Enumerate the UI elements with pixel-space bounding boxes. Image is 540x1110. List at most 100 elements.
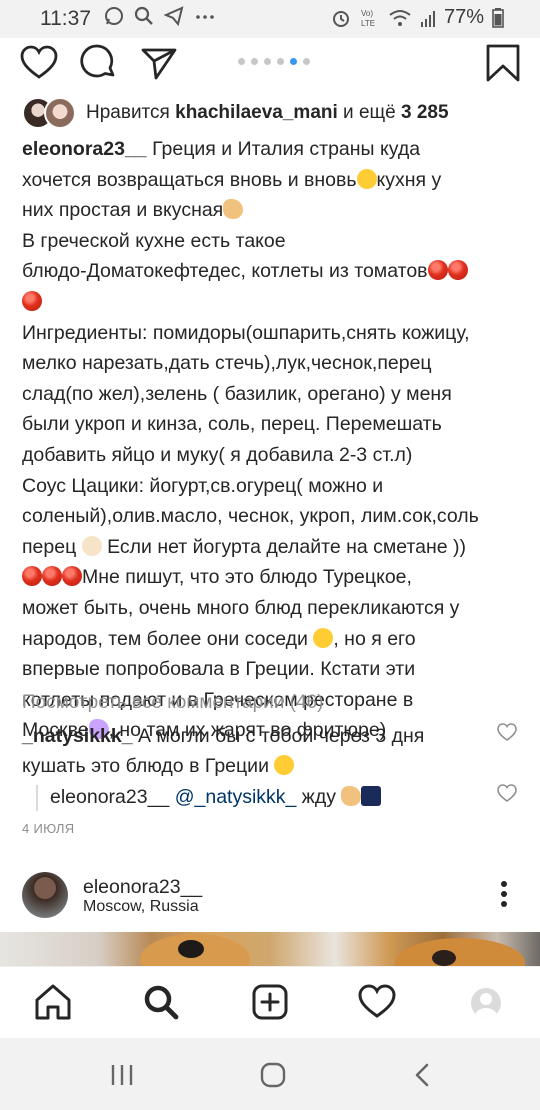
comment-username[interactable]: _natysikkk_	[22, 725, 133, 747]
likes-summary: Нравится khachilaeva_mani и ещё 3 285	[86, 102, 449, 124]
comment-text: жду	[296, 786, 342, 808]
avatar	[44, 97, 76, 129]
tomato-emoji-icon	[62, 566, 82, 587]
status-notification-icons	[104, 6, 216, 26]
likes-count[interactable]: 3 285	[401, 102, 449, 123]
tomato-emoji-icon	[22, 290, 42, 311]
post-photo[interactable]	[0, 932, 540, 966]
alarm-icon	[332, 10, 349, 27]
reply-indent-bar	[36, 785, 38, 811]
caption-text: может быть, очень много блюд перекликают…	[22, 596, 460, 619]
caption-text: впервые попробовала в Греции. Кстати эти	[22, 658, 416, 681]
battery-icon	[492, 7, 504, 28]
carousel-dot	[251, 58, 258, 65]
carousel-indicator	[238, 58, 310, 65]
post-caption: eleonora23__ Греция и Италия страны куда…	[22, 134, 522, 746]
likes-middle: и ещё	[337, 102, 401, 123]
more-notifications-icon	[196, 15, 214, 19]
status-time: 11:37	[40, 7, 91, 30]
next-post-header: eleonora23__ Moscow, Russia	[0, 868, 540, 926]
comment-item: _natysikkk_ А могли бы с тобой через 3 д…	[22, 721, 482, 781]
caption-text: добавить яйцо и муку( я добавила 2-3 ст.…	[22, 443, 413, 466]
liker-avatars	[22, 97, 78, 129]
kiss-emoji-icon	[274, 755, 295, 775]
bookmark-icon[interactable]	[484, 44, 522, 82]
caption-text: , но я его	[333, 627, 416, 650]
home-button-icon[interactable]	[260, 1062, 286, 1088]
caption-text: хочется возвращаться вновь и вновь	[22, 168, 357, 191]
tomato-emoji-icon	[42, 566, 62, 587]
post-location[interactable]: Moscow, Russia	[83, 898, 199, 916]
caption-text: Соус Цацики: йогурт,св.огурец( можно и	[22, 474, 384, 497]
wifi-icon	[389, 9, 411, 26]
system-navigation-bar	[0, 1038, 540, 1110]
caption-text: Если нет йогурта делайте на сметане ))	[101, 535, 467, 558]
likes-row[interactable]: Нравится khachilaeva_mani и ещё 3 285	[22, 96, 522, 130]
caption-text: В греческой кухне есть такое	[22, 229, 286, 252]
caption-text: были укроп и кинза, соль, перец. Перемеш…	[22, 413, 442, 436]
carousel-dot-active	[290, 58, 297, 65]
profile-icon[interactable]	[471, 988, 501, 1018]
caption-text: мелко нарезать,дать стечь),лук,чеснок,пе…	[22, 352, 432, 375]
view-all-comments-link[interactable]: Посмотреть все комментарии (46)	[22, 692, 323, 714]
share-icon[interactable]	[140, 44, 178, 82]
caption-text: перец	[22, 535, 82, 558]
comment-text: А могли бы с тобой через 3 дня	[132, 725, 425, 747]
caption-text: слад(по жел),зелень ( базилик, орегано) …	[22, 382, 452, 405]
caption-text: народов, тем более они соседи	[22, 627, 314, 650]
cook-emoji-icon	[81, 535, 102, 556]
bottom-navigation	[0, 966, 540, 1038]
avatar[interactable]	[22, 872, 68, 918]
caption-text: соленый),олив.масло, чеснок, укроп, лим.…	[22, 505, 479, 528]
status-bar: 11:37 Vo) LTE 77%	[0, 0, 540, 38]
volte-icon: Vo)LTE	[361, 9, 375, 28]
recent-apps-icon[interactable]	[109, 1062, 135, 1088]
comment-icon[interactable]	[80, 44, 118, 82]
caption-text: них простая и вкусная	[22, 199, 224, 222]
comment-like-heart-icon[interactable]	[497, 723, 517, 741]
more-options-icon[interactable]	[500, 880, 508, 908]
battery-percent: 77%	[443, 6, 484, 28]
carousel-dot	[264, 58, 271, 65]
post-date: 4 ИЮЛЯ	[22, 821, 75, 836]
carousel-dot	[277, 58, 284, 65]
caption-text: блюдо-Доматокефтедес, котлеты из томатов	[22, 260, 428, 283]
carousel-dot	[303, 58, 310, 65]
comment-like-heart-icon[interactable]	[497, 784, 517, 802]
svg-text:Vo): Vo)	[361, 9, 373, 18]
heart-icon[interactable]	[20, 44, 58, 82]
caption-text: Ингредиенты: помидоры(ошпарить,снять кож…	[22, 321, 470, 344]
comment-username[interactable]: eleonora23__	[50, 786, 169, 808]
heart-eyes-emoji-icon	[356, 168, 377, 189]
liker-username[interactable]: khachilaeva_mani	[175, 102, 338, 123]
heart-eyes-emoji-icon	[313, 627, 334, 648]
add-icon[interactable]	[251, 983, 289, 1021]
back-icon[interactable]	[410, 1062, 436, 1088]
telegram-icon	[164, 6, 184, 26]
caption-username[interactable]: eleonora23__	[22, 138, 147, 160]
post-author-username[interactable]: eleonora23__	[83, 876, 202, 899]
clap-emoji-icon	[223, 199, 244, 220]
svg-text:LTE: LTE	[361, 19, 375, 28]
likes-prefix: Нравится	[86, 102, 176, 123]
caption-text: Мне пишут, что это блюдо Турецкое,	[82, 566, 412, 589]
clap-emoji-icon	[341, 786, 362, 806]
whatsapp-icon	[105, 7, 123, 25]
comment-text: кушать это блюдо в Греции	[22, 755, 275, 777]
status-system-icons: Vo) LTE 77%	[330, 6, 504, 29]
caption-text: кухня у	[376, 168, 442, 191]
mention-link[interactable]: @_natysikkk_	[175, 786, 297, 808]
signal-icon	[420, 10, 435, 27]
post-action-bar	[0, 38, 540, 88]
tomato-emoji-icon	[427, 260, 448, 281]
fireworks-emoji-icon	[361, 786, 382, 806]
caption-text: Греция и Италия страны куда	[146, 138, 421, 160]
search-notification-icon	[134, 6, 153, 25]
activity-icon[interactable]	[358, 983, 396, 1021]
tomato-emoji-icon	[447, 260, 468, 281]
tomato-emoji-icon	[22, 566, 42, 587]
carousel-dot	[238, 58, 245, 65]
comment-reply-item: eleonora23__ @_natysikkk_ жду	[50, 782, 490, 812]
home-icon[interactable]	[34, 983, 72, 1021]
search-icon[interactable]	[142, 983, 180, 1021]
